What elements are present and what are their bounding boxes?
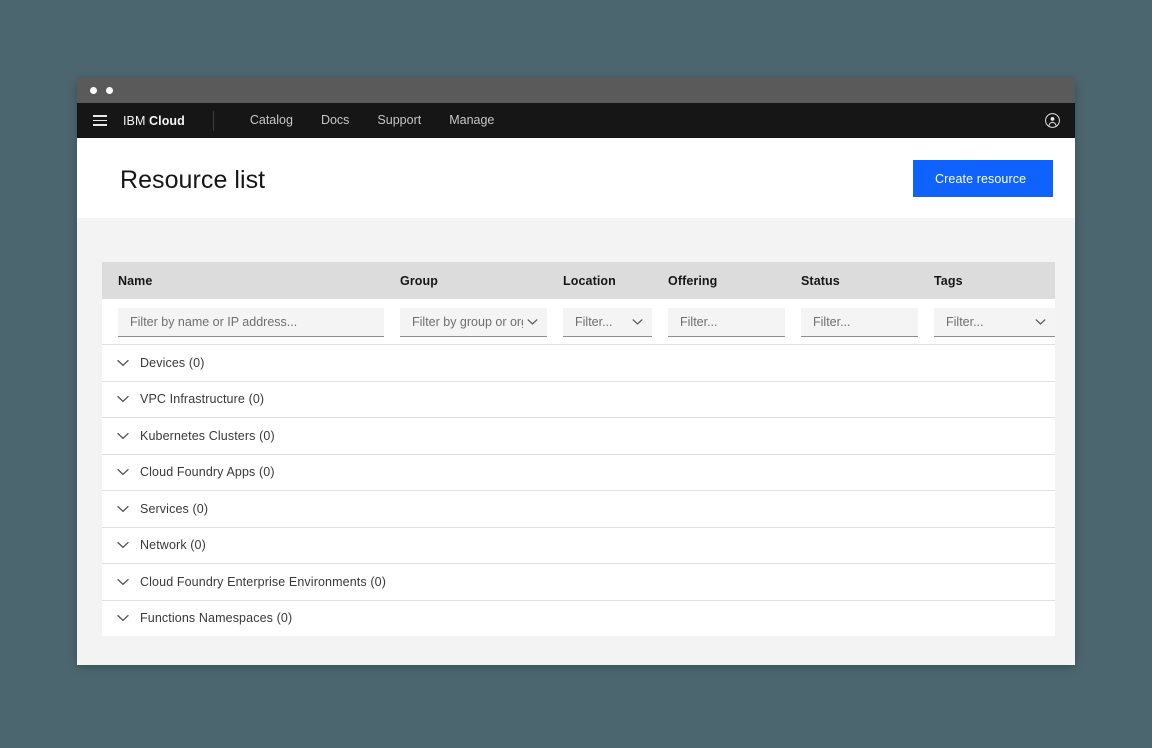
chevron-down-icon[interactable]: [112, 432, 134, 440]
table-row[interactable]: Cloud Foundry Apps (0): [102, 454, 1055, 491]
filter-field-offering[interactable]: [668, 308, 785, 337]
row-label: VPC Infrastructure (0): [140, 392, 264, 406]
user-avatar-icon[interactable]: [1035, 104, 1069, 138]
page-title: Resource list: [120, 166, 265, 195]
filter-input-name[interactable]: [118, 308, 384, 336]
hamburger-menu-icon[interactable]: [83, 104, 117, 138]
filter-cell-group: [384, 308, 547, 337]
row-label: Kubernetes Clusters (0): [140, 429, 275, 443]
row-label: Functions Namespaces (0): [140, 611, 292, 625]
chevron-down-icon[interactable]: [112, 614, 134, 622]
column-header-group: Group: [384, 274, 547, 288]
filter-input-offering[interactable]: [668, 308, 785, 336]
filter-field-group[interactable]: [400, 308, 547, 337]
row-label: Cloud Foundry Apps (0): [140, 465, 275, 479]
column-header-location: Location: [547, 274, 652, 288]
nav-link-support[interactable]: Support: [363, 103, 435, 138]
resource-table: Name Group Location Offering Status Tags: [102, 262, 1055, 636]
column-header-status: Status: [785, 274, 918, 288]
filter-input-status[interactable]: [801, 308, 918, 336]
column-header-name: Name: [102, 274, 384, 288]
nav-link-docs[interactable]: Docs: [307, 103, 363, 138]
page-header: Resource list Create resource: [77, 138, 1075, 218]
nav-link-catalog[interactable]: Catalog: [236, 103, 307, 138]
filter-input-location[interactable]: [563, 308, 652, 336]
filter-cell-name: [102, 308, 384, 337]
chevron-down-icon[interactable]: [112, 395, 134, 403]
row-label: Devices (0): [140, 356, 205, 370]
filter-cell-tags: [918, 308, 1055, 337]
row-label: Cloud Foundry Enterprise Environments (0…: [140, 575, 386, 589]
window-titlebar: [77, 78, 1075, 103]
filter-cell-location: [547, 308, 652, 337]
browser-window: IBM Cloud Catalog Docs Support Manage Re…: [77, 78, 1075, 665]
table-row[interactable]: Functions Namespaces (0): [102, 600, 1055, 637]
table-row[interactable]: Services (0): [102, 490, 1055, 527]
filter-cell-status: [785, 308, 918, 337]
column-header-offering: Offering: [652, 274, 785, 288]
table-row[interactable]: VPC Infrastructure (0): [102, 381, 1055, 418]
brand-prefix: IBM: [123, 114, 149, 128]
filter-input-tags[interactable]: [934, 308, 1055, 336]
nav-link-manage[interactable]: Manage: [435, 103, 508, 138]
filter-input-group[interactable]: [400, 308, 547, 336]
resource-category-rows: Devices (0) VPC Infrastructure (0) Kuber…: [102, 344, 1055, 636]
table-row[interactable]: Devices (0): [102, 344, 1055, 381]
main-content: Name Group Location Offering Status Tags: [77, 218, 1075, 665]
table-filter-row: [102, 299, 1055, 344]
filter-field-status[interactable]: [801, 308, 918, 337]
filter-field-location[interactable]: [563, 308, 652, 337]
table-row[interactable]: Kubernetes Clusters (0): [102, 417, 1055, 454]
brand-bold: Cloud: [149, 114, 185, 128]
row-label: Services (0): [140, 502, 208, 516]
chevron-down-icon[interactable]: [112, 468, 134, 476]
chevron-down-icon[interactable]: [112, 505, 134, 513]
window-dot-2[interactable]: [106, 87, 113, 94]
ibm-cloud-navbar: IBM Cloud Catalog Docs Support Manage: [77, 103, 1075, 138]
brand-logo[interactable]: IBM Cloud: [123, 114, 185, 128]
navbar-right-actions: [1035, 103, 1069, 138]
window-dot-1[interactable]: [90, 87, 97, 94]
filter-cell-offering: [652, 308, 785, 337]
nav-divider: [213, 111, 214, 131]
create-resource-button[interactable]: Create resource: [913, 160, 1053, 197]
table-row[interactable]: Network (0): [102, 527, 1055, 564]
chevron-down-icon[interactable]: [112, 578, 134, 586]
filter-field-name[interactable]: [118, 308, 384, 337]
nav-links: Catalog Docs Support Manage: [236, 103, 509, 138]
table-row[interactable]: Cloud Foundry Enterprise Environments (0…: [102, 563, 1055, 600]
filter-field-tags[interactable]: [934, 308, 1055, 337]
row-label: Network (0): [140, 538, 206, 552]
chevron-down-icon[interactable]: [112, 359, 134, 367]
table-header-row: Name Group Location Offering Status Tags: [102, 262, 1055, 299]
chevron-down-icon[interactable]: [112, 541, 134, 549]
column-header-tags: Tags: [918, 274, 1055, 288]
